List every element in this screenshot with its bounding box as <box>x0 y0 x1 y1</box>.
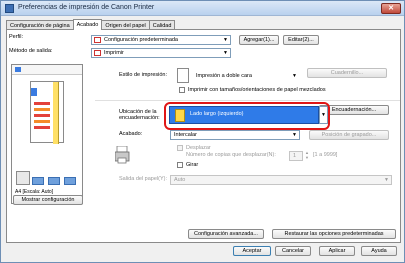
rotate-label: Girar <box>186 162 199 168</box>
restore-defaults-button[interactable]: Restaurar las opciones predeterminadas <box>272 229 396 239</box>
chevron-down-icon: ▼ <box>384 177 389 183</box>
offset-copies-range: [1 a 9999] <box>313 152 338 158</box>
show-settings-button[interactable]: Mostrar configuración <box>13 195 83 205</box>
mixed-sizes-checkbox[interactable] <box>179 87 185 93</box>
spinner-icon[interactable]: ▲ ▼ <box>305 150 309 160</box>
print-style-label: Estilo de impresión: <box>119 72 167 78</box>
close-button[interactable]: ✕ <box>381 3 401 14</box>
help-button[interactable]: Ayuda <box>361 246 397 256</box>
duplex-icon <box>177 68 189 83</box>
finishing-select[interactable]: Intercalar ▼ <box>170 130 300 140</box>
output-tray-icon <box>115 146 130 164</box>
mixed-sizes-label: Imprimir con tamaños/orientaciones de pa… <box>188 87 326 93</box>
preview-toolbar <box>12 65 82 75</box>
output-method-label: Método de salida: <box>9 48 53 54</box>
offset-copies-value: 1 <box>293 153 297 159</box>
cancel-button[interactable]: Cancelar <box>275 246 311 256</box>
profile-value: Configuración predeterminada <box>104 37 178 43</box>
add-profile-button[interactable]: Agregar(1)... <box>239 35 279 45</box>
tab-finishing[interactable]: Acabado <box>72 19 103 30</box>
offset-checkbox[interactable] <box>177 145 183 151</box>
output-tray-label: Salida del papel(Y): <box>119 176 168 182</box>
chevron-down-icon: ▼ <box>223 37 228 43</box>
preview-page <box>30 81 64 144</box>
preview-bar <box>34 126 50 129</box>
title-bar: Preferencias de impresión de Canon Print… <box>1 1 404 16</box>
booklet-button[interactable]: Cuadernillo... <box>307 68 387 78</box>
offset-copies-label: Número de copias que desplazar(N): <box>186 152 276 158</box>
output-method-select[interactable]: Imprimir ▼ <box>91 48 231 58</box>
accept-button[interactable]: Aceptar <box>233 246 271 256</box>
profile-label: Perfil: <box>9 34 24 40</box>
print-preferences-window: Preferencias de impresión de Canon Print… <box>0 0 405 263</box>
output-tray-value: Auto <box>174 177 186 183</box>
finishing-label: Acabado: <box>119 131 143 137</box>
printer-thumb-icon <box>16 171 30 185</box>
rotate-checkbox[interactable] <box>177 162 183 168</box>
preview-bar <box>34 102 50 105</box>
printer-app-icon <box>5 4 14 13</box>
preview-bar <box>34 108 50 111</box>
profile-select[interactable]: Configuración predeterminada ▼ <box>91 35 231 45</box>
layout-preview: A4 [Escala: Auto] <box>11 64 83 204</box>
preview-block <box>31 88 37 96</box>
staple-position-button[interactable]: Posición de grapado... <box>309 130 389 140</box>
preview-bar <box>34 114 50 117</box>
offset-copies-input[interactable]: 1 <box>289 151 303 161</box>
page-thumb-icon <box>64 177 76 185</box>
chevron-down-icon: ▼ <box>223 50 228 56</box>
binding-edge <box>53 82 59 144</box>
finishing-value: Intercalar <box>174 132 197 138</box>
highlight-frame <box>164 102 330 130</box>
print-icon <box>94 50 101 56</box>
edit-profile-button[interactable]: Editar(2)... <box>283 35 319 45</box>
chevron-down-icon: ▼ <box>292 73 297 79</box>
print-style-select[interactable]: Impresión a doble cara ▼ <box>193 72 299 82</box>
output-tray-select[interactable]: Auto ▼ <box>170 175 392 185</box>
binding-label-2: encuadernación: <box>119 115 160 121</box>
finishing-panel: Perfil: Configuración predeterminada ▼ A… <box>6 29 401 243</box>
page-thumb-icon <box>48 177 60 185</box>
offset-label: Desplazar <box>186 145 211 151</box>
apply-button[interactable]: Aplicar <box>319 246 355 256</box>
preview-thumbnails <box>16 169 80 187</box>
chevron-down-icon: ▼ <box>292 132 297 138</box>
profile-icon <box>94 37 101 43</box>
page-thumb-icon <box>32 177 44 185</box>
preview-bar <box>34 120 50 123</box>
window-title: Preferencias de impresión de Canon Print… <box>18 4 155 11</box>
advanced-settings-button[interactable]: Configuración avanzada... <box>188 229 264 239</box>
divider <box>95 100 400 101</box>
view-icon <box>15 67 21 72</box>
output-method-value: Imprimir <box>104 50 124 56</box>
print-style-value: Impresión a doble cara <box>196 73 252 79</box>
